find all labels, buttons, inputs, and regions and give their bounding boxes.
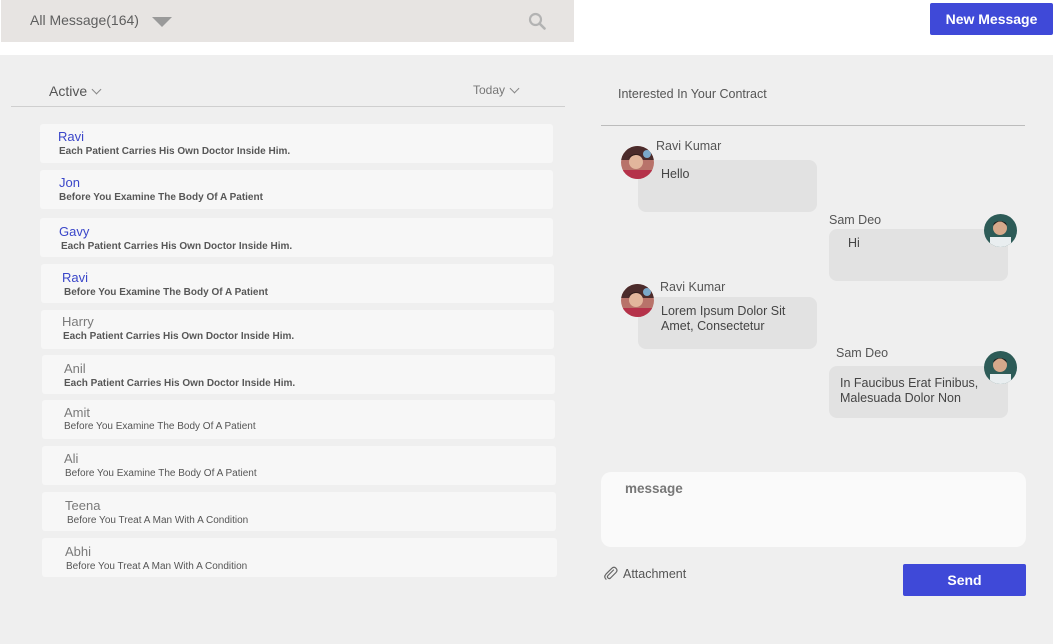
message-sender: Sam Deo bbox=[829, 213, 882, 227]
message-text: Hi bbox=[848, 236, 860, 250]
list-item-preview: Each Patient Carries His Own Doctor Insi… bbox=[59, 146, 291, 157]
messages-screen: All Message(164) New Message Active Toda… bbox=[0, 0, 1053, 644]
divider bbox=[601, 125, 1025, 126]
status-filter-dropdown[interactable]: Active bbox=[49, 83, 102, 99]
send-button[interactable]: Send bbox=[903, 564, 1026, 596]
message-filter-label[interactable]: All Message(164) bbox=[30, 12, 139, 28]
message-text: In Faucibus Erat Finibus, Malesuada Dolo… bbox=[840, 376, 979, 405]
list-item-preview: Before You Examine The Body Of A Patient bbox=[64, 421, 256, 432]
list-item[interactable]: Jon Before You Examine The Body Of A Pat… bbox=[40, 170, 553, 209]
list-item-name: Abhi bbox=[65, 544, 92, 559]
attachment-button[interactable]: Attachment bbox=[603, 566, 686, 581]
message-text: Lorem Ipsum Dolor Sit Amet, Consectetur bbox=[661, 304, 786, 333]
caret-down-icon[interactable] bbox=[152, 17, 172, 27]
message-input-placeholder: message bbox=[625, 481, 683, 496]
list-item-name: Ali bbox=[64, 451, 79, 466]
list-item-name: Harry bbox=[62, 314, 94, 329]
list-item[interactable]: Ravi Each Patient Carries His Own Doctor… bbox=[40, 124, 553, 163]
list-item-name: Jon bbox=[59, 175, 80, 190]
list-item-preview: Before You Examine The Body Of A Patient bbox=[64, 287, 268, 298]
chevron-down-icon bbox=[509, 83, 520, 93]
list-item-name: Teena bbox=[65, 498, 101, 513]
message-bubble: Hello bbox=[638, 160, 817, 212]
message-sender: Ravi Kumar bbox=[656, 139, 722, 153]
list-item[interactable]: Ali Before You Examine The Body Of A Pat… bbox=[42, 446, 556, 485]
list-item-preview: Each Patient Carries His Own Doctor Insi… bbox=[61, 241, 293, 252]
avatar[interactable] bbox=[621, 146, 654, 179]
message-bubble: Lorem Ipsum Dolor Sit Amet, Consectetur bbox=[638, 297, 817, 349]
message-filter-bar[interactable]: All Message(164) bbox=[1, 0, 574, 42]
divider bbox=[11, 106, 565, 107]
list-item-preview: Before You Treat A Man With A Condition bbox=[67, 515, 249, 526]
list-item-preview: Before You Treat A Man With A Condition bbox=[66, 561, 248, 572]
message-bubble: Hi bbox=[829, 229, 1008, 281]
new-message-button[interactable]: New Message bbox=[930, 3, 1053, 35]
list-item[interactable]: Harry Each Patient Carries His Own Docto… bbox=[41, 310, 554, 349]
chevron-down-icon bbox=[91, 84, 102, 94]
message-sender: Sam Deo bbox=[836, 346, 889, 360]
search-icon[interactable] bbox=[528, 12, 546, 30]
list-item-name: Ravi bbox=[58, 129, 85, 144]
list-item[interactable]: Anil Each Patient Carries His Own Doctor… bbox=[42, 355, 555, 394]
list-item-name: Gavy bbox=[59, 224, 90, 239]
message-text: Hello bbox=[661, 167, 690, 181]
paperclip-icon bbox=[604, 566, 618, 580]
conversation-title: Interested In Your Contract bbox=[618, 87, 767, 101]
list-item[interactable]: Abhi Before You Treat A Man With A Condi… bbox=[42, 538, 557, 577]
list-item-name: Amit bbox=[64, 405, 90, 420]
list-item-preview: Each Patient Carries His Own Doctor Insi… bbox=[63, 331, 295, 342]
list-item-preview: Before You Examine The Body Of A Patient bbox=[65, 468, 257, 479]
list-item[interactable]: Teena Before You Treat A Man With A Cond… bbox=[42, 492, 556, 531]
list-item[interactable]: Gavy Each Patient Carries His Own Doctor… bbox=[40, 218, 553, 257]
list-item-preview: Before You Examine The Body Of A Patient bbox=[59, 192, 263, 203]
message-sender: Ravi Kumar bbox=[660, 280, 726, 294]
message-bubble: In Faucibus Erat Finibus, Malesuada Dolo… bbox=[829, 366, 1008, 418]
list-item-name: Anil bbox=[64, 361, 86, 376]
top-bar: All Message(164) New Message bbox=[0, 0, 1053, 55]
list-item-preview: Each Patient Carries His Own Doctor Insi… bbox=[64, 378, 296, 389]
list-item-name: Ravi bbox=[62, 270, 89, 285]
status-filter-label: Active bbox=[49, 83, 88, 99]
avatar[interactable] bbox=[621, 284, 654, 317]
avatar[interactable] bbox=[984, 214, 1017, 247]
list-item[interactable]: Amit Before You Examine The Body Of A Pa… bbox=[42, 400, 555, 439]
avatar[interactable] bbox=[984, 351, 1017, 384]
date-filter-label: Today bbox=[473, 83, 506, 97]
list-item[interactable]: Ravi Before You Examine The Body Of A Pa… bbox=[41, 264, 554, 303]
attachment-label: Attachment bbox=[623, 566, 687, 581]
date-filter-dropdown[interactable]: Today bbox=[473, 83, 520, 97]
